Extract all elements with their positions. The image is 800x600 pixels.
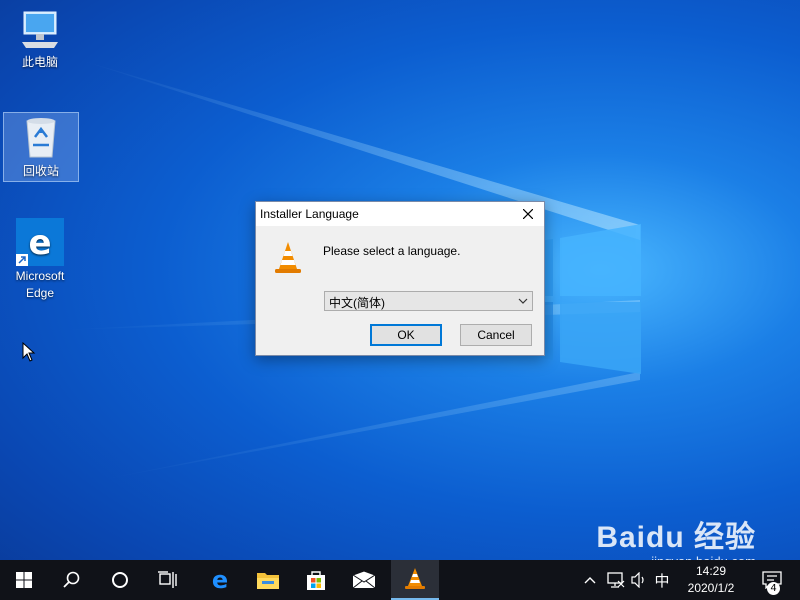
ok-button[interactable]: OK [370,324,442,346]
volume-button[interactable] [628,560,650,600]
cortana-button[interactable] [96,560,144,600]
desktop-icon-label: 回收站 [22,164,59,178]
notification-badge: 4 [767,582,780,595]
chevron-up-icon [584,577,596,584]
action-center-button[interactable]: 4 [752,560,792,600]
dialog-prompt: Please select a language. [323,244,461,258]
task-view-button[interactable] [144,560,192,600]
tray-overflow-button[interactable] [580,560,600,600]
network-button[interactable] [604,560,628,600]
search-button[interactable] [48,560,96,600]
dialog-titlebar[interactable]: Installer Language [256,202,544,226]
recycle-bin-icon [26,118,56,158]
watermark-brand: Baidu 经验 [596,521,756,554]
search-icon [63,571,80,588]
vlc-icon [405,568,425,589]
dialog-title: Installer Language [260,207,359,221]
file-explorer-button[interactable] [244,560,292,600]
edge-icon: e [16,218,64,266]
edge-icon: e [212,568,228,592]
taskbar: e 中 14:29 2020/1/2 4 [0,560,800,600]
cortana-icon [112,572,128,588]
network-icon [607,572,625,588]
mouse-cursor-icon [22,342,36,362]
taskbar-edge-button[interactable]: e [196,560,244,600]
language-select-value: 中文(简体) [329,296,385,310]
desktop-icon-recycle-bin[interactable]: 回收站 [3,112,79,182]
desktop-icon-edge[interactable]: e Microsoft Edge [8,218,72,302]
computer-icon [22,11,58,48]
installer-language-dialog: Installer Language Please select a langu… [255,201,545,356]
start-icon [16,572,32,588]
file-explorer-icon [257,573,279,589]
svg-text:e: e [28,223,51,263]
start-button[interactable] [0,560,48,600]
volume-icon [631,572,644,588]
desktop-icon-this-pc[interactable]: 此电脑 [8,8,72,71]
close-icon [523,209,533,219]
clock-time: 14:29 [695,564,727,578]
taskbar-clock[interactable]: 14:29 2020/1/2 [676,563,746,597]
close-button[interactable] [512,202,544,226]
ime-label: 中 [654,571,670,590]
taskbar-vlc-button[interactable] [391,560,439,600]
mail-button[interactable] [340,560,388,600]
ime-indicator[interactable]: 中 [651,560,673,600]
store-icon [307,571,325,590]
cancel-button[interactable]: Cancel [460,324,532,346]
store-button[interactable] [292,560,340,600]
chevron-down-icon [518,298,528,304]
desktop-icon-label: 此电脑 [21,55,58,69]
language-select[interactable]: 中文(简体) [324,291,533,311]
svg-text:e: e [212,568,228,592]
vlc-icon [275,242,301,273]
clock-date: 2020/1/2 [687,581,735,595]
desktop-icon-label: Microsoft Edge [15,269,65,300]
mail-icon [352,571,376,589]
task-view-icon [158,571,177,588]
